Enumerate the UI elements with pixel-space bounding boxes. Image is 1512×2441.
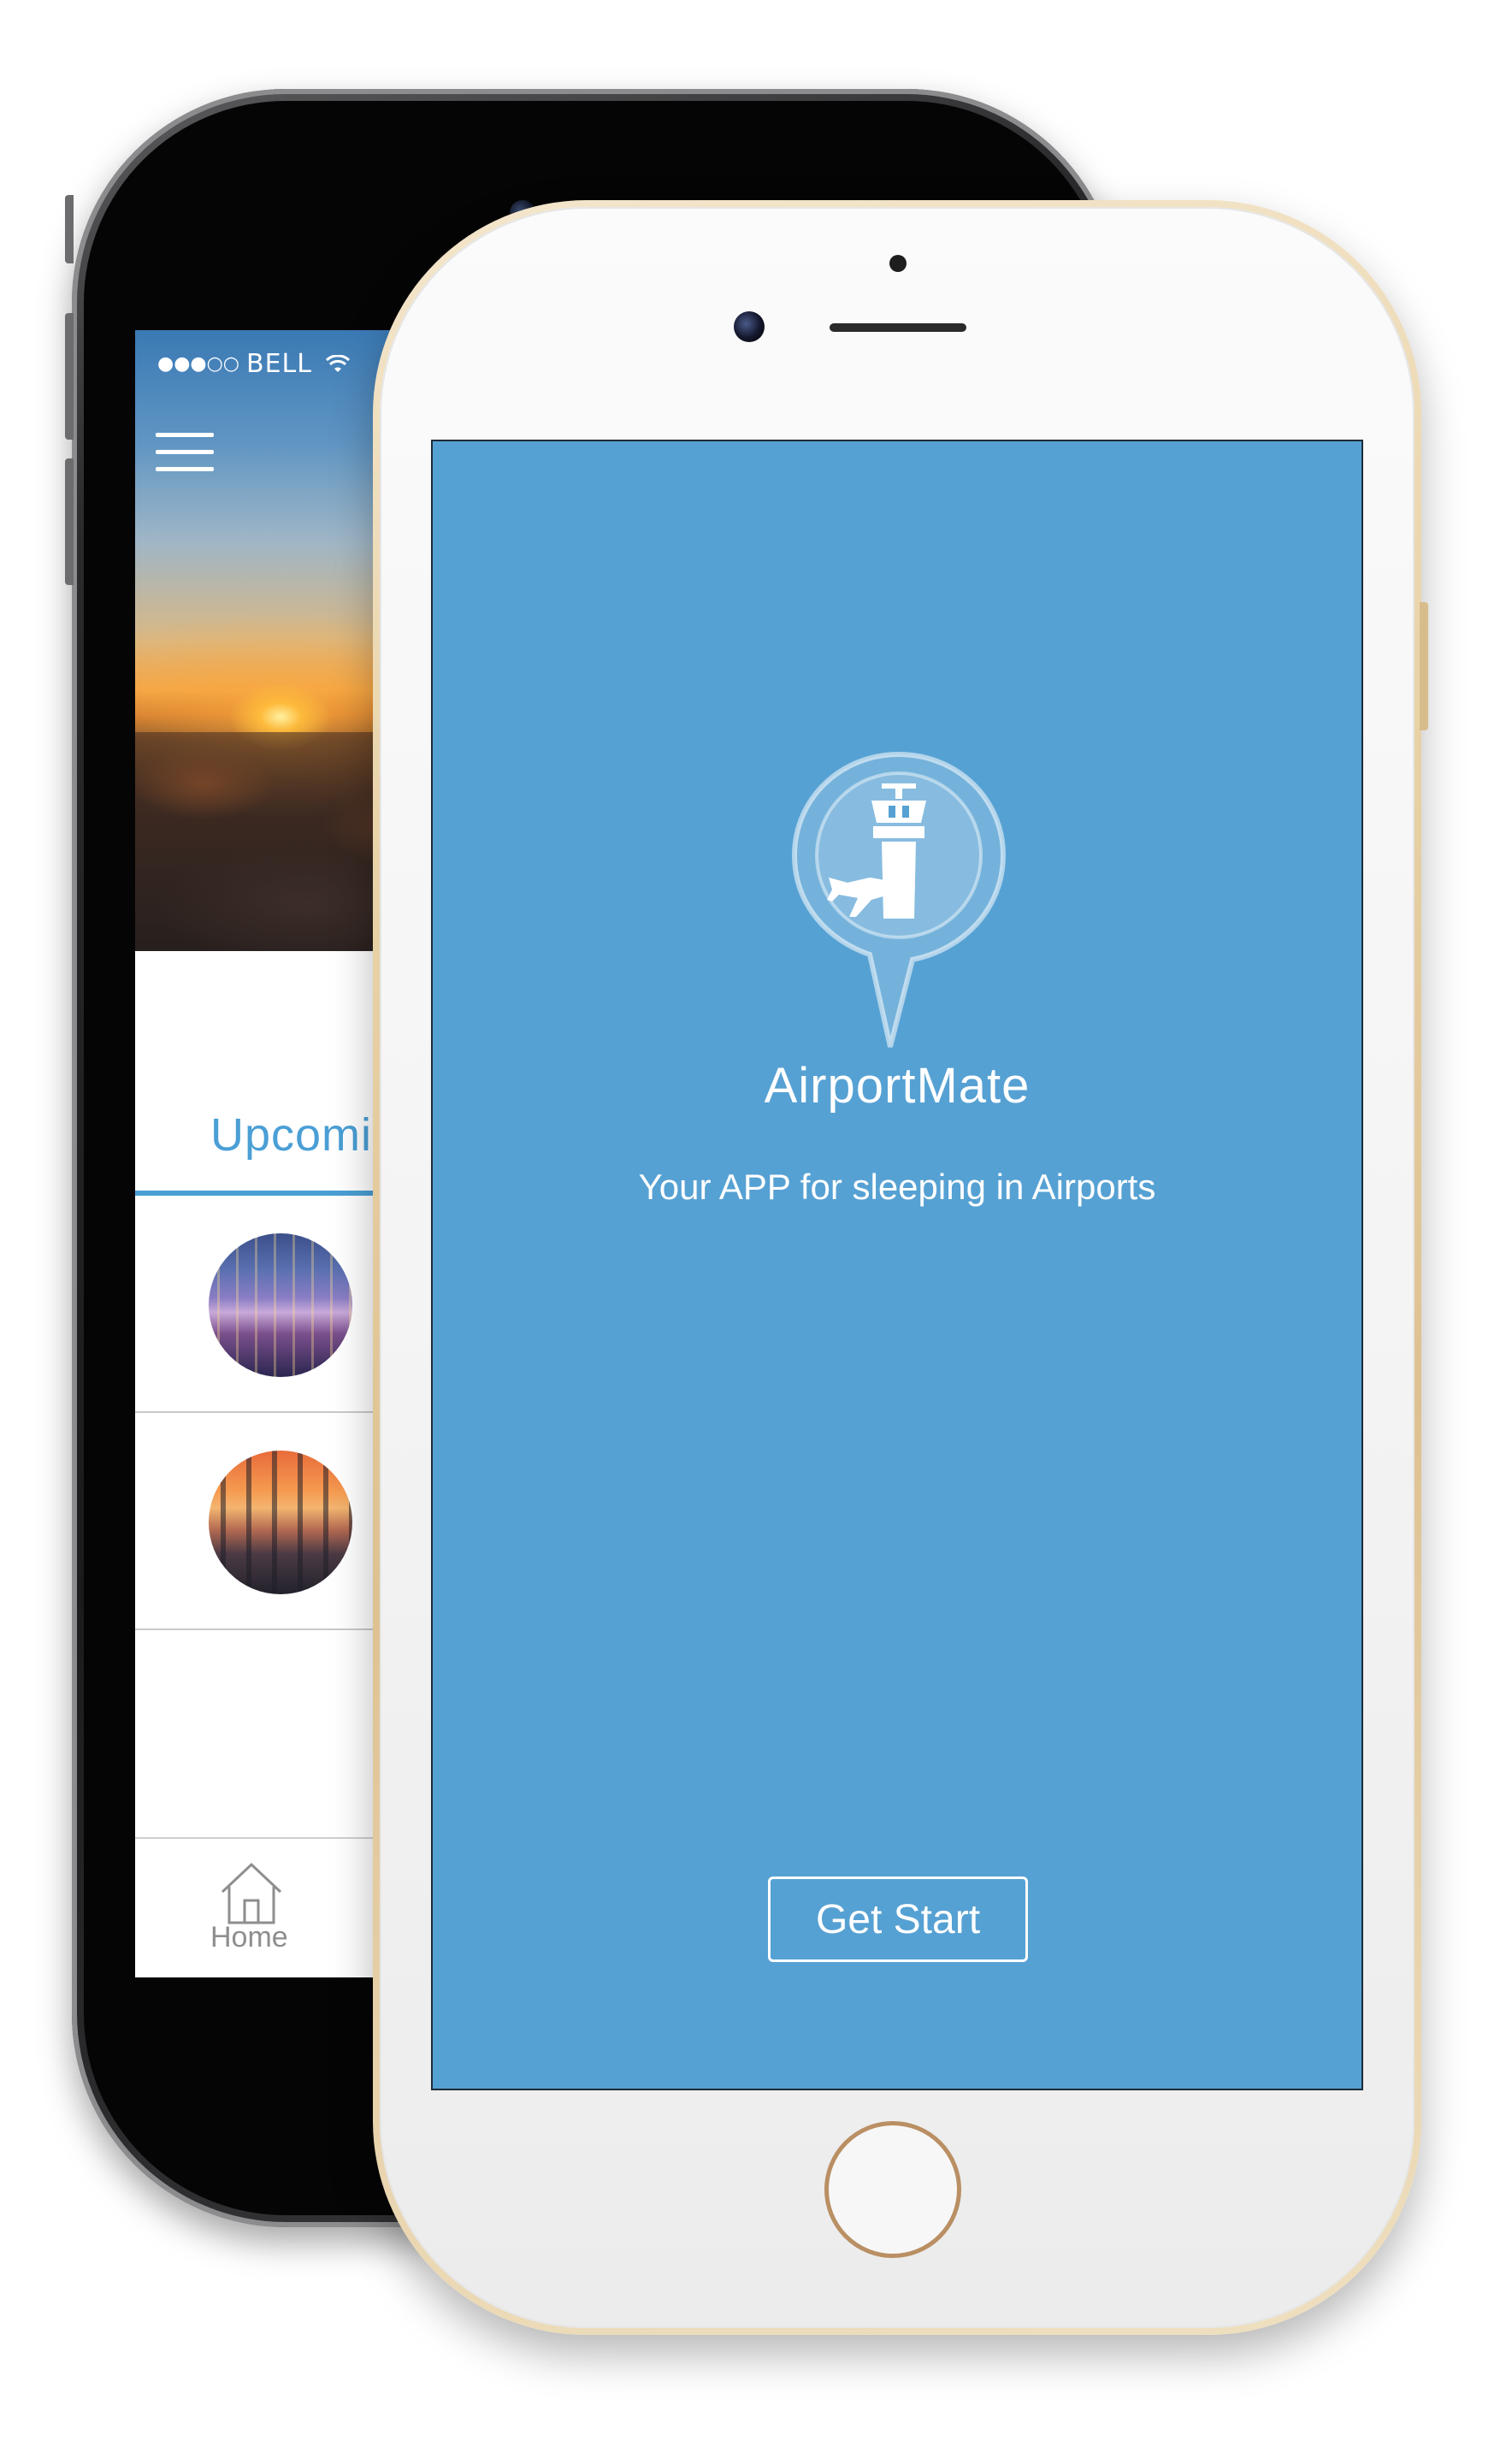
trip-thumbnail-1[interactable]	[209, 1233, 352, 1377]
app-tagline: Your APP for sleeping in Airports	[638, 1167, 1156, 1207]
home-button[interactable]	[824, 2121, 961, 2258]
tab-home-label[interactable]: Home	[210, 1921, 288, 1954]
front-camera	[734, 311, 765, 342]
wifi-icon	[325, 354, 350, 372]
signal-strength-icon: ●●●○○	[157, 353, 239, 375]
trip-thumbnail-2[interactable]	[209, 1451, 352, 1594]
earpiece-speaker	[830, 323, 966, 332]
front-phone-screen: AirportMate Your APP for sleeping in Air…	[431, 440, 1363, 2090]
carrier-name: BELL	[245, 349, 312, 379]
volume-down-button	[65, 458, 74, 585]
airport-tower-plane-pin-icon	[791, 751, 1007, 1048]
app-name: AirportMate	[764, 1058, 1031, 1114]
hamburger-menu-icon[interactable]	[156, 433, 214, 476]
menu-line	[156, 467, 214, 471]
device-mockup-stage: ●●●○○ BELL Upcomin Home AirportMate Your…	[0, 0, 1512, 2441]
mute-switch	[65, 195, 74, 263]
menu-line	[156, 433, 214, 437]
front-phone-device: AirportMate Your APP for sleeping in Air…	[373, 200, 1428, 2335]
volume-up-button	[65, 313, 74, 440]
tab-upcoming[interactable]: Upcomin	[210, 1108, 399, 1161]
get-start-button[interactable]: Get Start	[768, 1877, 1028, 1962]
power-button	[1420, 602, 1428, 730]
home-icon[interactable]	[217, 1861, 286, 1926]
menu-line	[156, 450, 214, 454]
status-bar: ●●●○○ BELL	[157, 349, 350, 379]
proximity-sensor	[889, 255, 907, 272]
